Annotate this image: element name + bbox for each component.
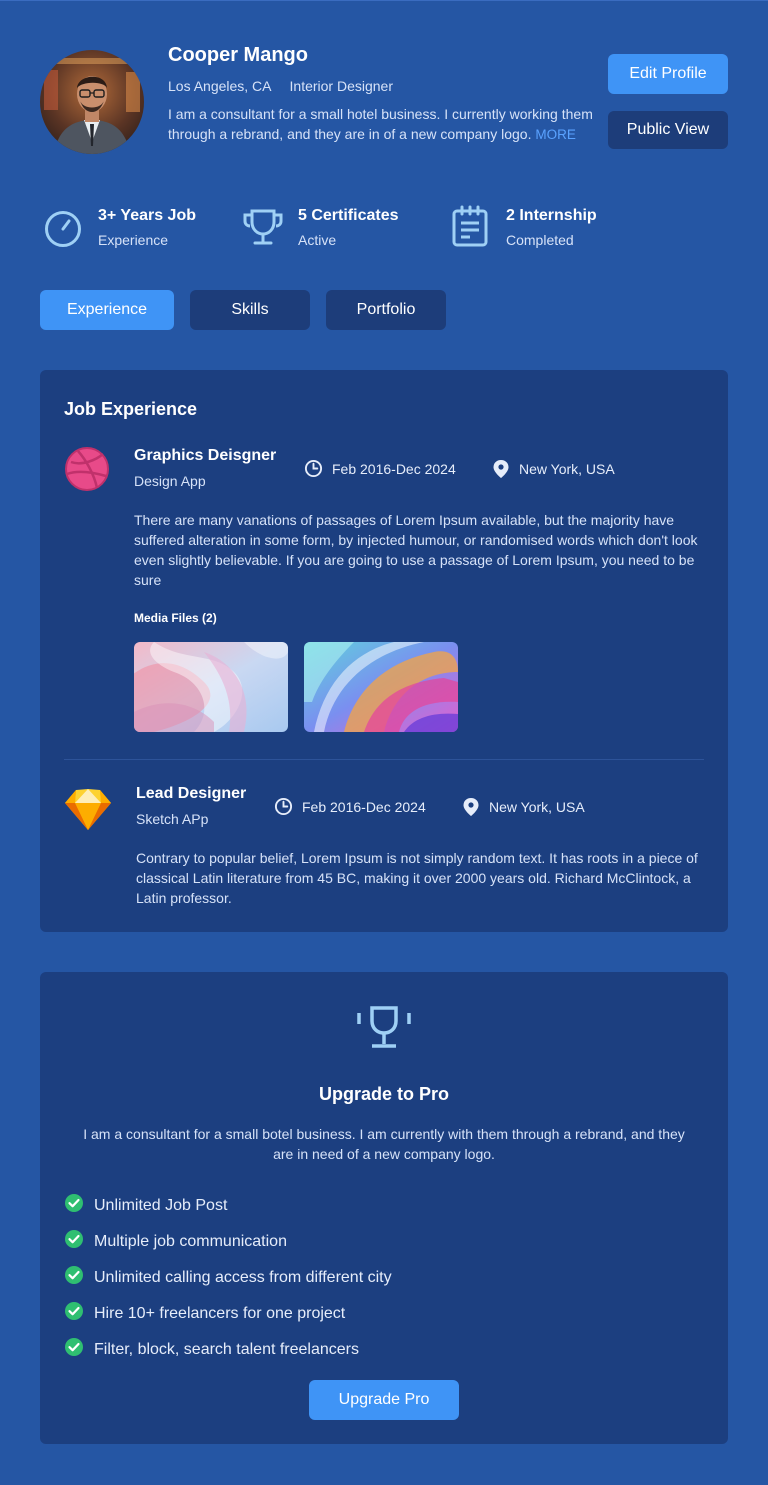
clock-icon: [304, 459, 323, 478]
avatar[interactable]: [40, 50, 144, 154]
check-circle-icon: [65, 1302, 83, 1320]
job-location-text: New York, USA: [489, 799, 585, 815]
pro-feature-list: Unlimited Job Post Multiple job communic…: [64, 1188, 704, 1368]
more-link[interactable]: MORE: [535, 127, 576, 142]
job-date: Feb 2016-Dec 2024: [304, 459, 456, 478]
top-border: [0, 0, 768, 1]
dribbble-icon: [65, 447, 109, 491]
feature-text: Multiple job communication: [94, 1232, 287, 1250]
job-date-text: Feb 2016-Dec 2024: [302, 798, 426, 815]
edit-profile-button[interactable]: Edit Profile: [608, 54, 728, 94]
tab-skills[interactable]: Skills: [190, 290, 310, 330]
job-item: Lead Designer Sketch APp Feb 2016-Dec 20…: [64, 784, 704, 914]
feature-text: Unlimited calling access from different …: [94, 1268, 392, 1286]
upgrade-pro-button[interactable]: Upgrade Pro: [309, 1380, 459, 1420]
job-item: Graphics Deisgner Design App Feb 2016-De…: [64, 446, 704, 746]
stat-title: 2 Internship: [506, 207, 597, 224]
feature-text: Hire 10+ freelancers for one project: [94, 1304, 346, 1322]
feature-text: Unlimited Job Post: [94, 1196, 228, 1214]
check-circle-icon: [65, 1194, 83, 1212]
list-item: Hire 10+ freelancers for one project: [64, 1296, 704, 1332]
job-description: Contrary to popular belief, Lorem Ipsum …: [136, 850, 698, 906]
stat-title: 5 Certificates: [298, 207, 399, 224]
feature-text: Filter, block, search talent freelancers: [94, 1340, 360, 1358]
profile-meta: Los Angeles, CA Interior Designer: [168, 78, 393, 94]
location-pin-icon: [463, 798, 479, 816]
list-item: Unlimited calling access from different …: [64, 1260, 704, 1296]
profile-name: Cooper Mango: [168, 44, 308, 66]
job-role: Graphics Deisgner: [134, 447, 277, 464]
profile-location: Los Angeles, CA: [168, 78, 272, 94]
profile-tabs: Experience Skills Portfolio: [40, 290, 728, 330]
job-date-text: Feb 2016-Dec 2024: [332, 460, 456, 477]
stats-row: 3+ Years Job Experience 5 Certificates A…: [40, 202, 728, 254]
media-thumbnail[interactable]: [304, 642, 458, 732]
stat-subtitle: Completed: [506, 232, 574, 248]
list-item: Filter, block, search talent freelancers: [64, 1332, 704, 1368]
check-circle-icon: [65, 1266, 83, 1284]
job-role: Lead Designer: [136, 785, 247, 802]
trophy-icon: [243, 209, 283, 245]
clock-icon: [274, 797, 293, 816]
check-circle-icon: [65, 1338, 83, 1356]
list-item: Unlimited Job Post: [64, 1188, 704, 1224]
notepad-icon: [452, 205, 488, 247]
media-files-label: Media Files (2): [134, 611, 217, 625]
pro-title: Upgrade to Pro: [318, 1084, 449, 1104]
list-item: Multiple job communication: [64, 1224, 704, 1260]
job-experience-card: Job Experience Graphics Deisgner Design …: [40, 370, 728, 932]
job-location: New York, USA: [492, 459, 615, 479]
profile-header: Cooper Mango Los Angeles, CA Interior Des…: [40, 44, 728, 174]
stopwatch-icon: [45, 211, 81, 247]
tab-experience[interactable]: Experience: [40, 290, 174, 330]
trophy-icon: [357, 1006, 411, 1048]
media-thumbnail[interactable]: [134, 642, 288, 732]
sketch-icon: [65, 789, 111, 830]
public-view-button[interactable]: Public View: [608, 111, 728, 149]
stat-title: 3+ Years Job: [98, 207, 196, 224]
job-company: Design App: [134, 473, 206, 489]
tab-portfolio[interactable]: Portfolio: [326, 290, 446, 330]
profile-bio-text: I am a consultant for a small hotel busi…: [168, 106, 593, 142]
stat-subtitle: Experience: [98, 232, 169, 248]
job-description: There are many vanations of passages of …: [134, 512, 698, 588]
upgrade-pro-card: Upgrade to Pro I am a consultant for a s…: [40, 972, 728, 1444]
job-company: Sketch APp: [136, 811, 209, 827]
stat-subtitle: Active: [298, 232, 337, 248]
profile-title: Interior Designer: [289, 78, 394, 94]
pro-description: I am a consultant for a small botel busi…: [83, 1126, 685, 1162]
profile-bio: I am a consultant for a small hotel busi…: [168, 104, 593, 145]
job-divider: [64, 759, 704, 760]
job-location-text: New York, USA: [519, 461, 615, 477]
job-date: Feb 2016-Dec 2024: [274, 797, 426, 816]
job-experience-heading: Job Experience: [64, 399, 198, 419]
job-location: New York, USA: [462, 797, 585, 817]
location-pin-icon: [493, 460, 509, 478]
check-circle-icon: [65, 1230, 83, 1248]
